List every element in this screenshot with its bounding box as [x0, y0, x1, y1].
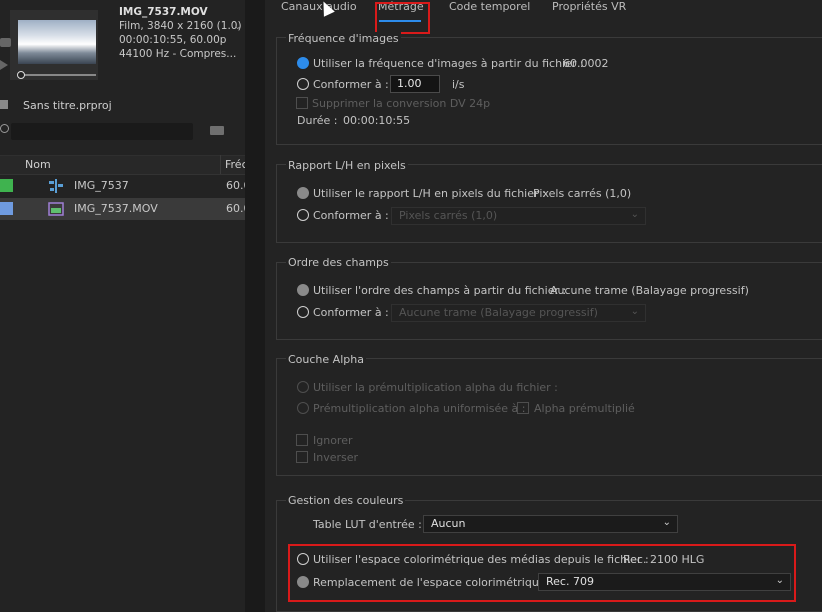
camera-icon[interactable] [0, 38, 11, 47]
use-file-field-order-radio[interactable] [297, 284, 309, 296]
search-icon [0, 124, 9, 133]
uniform-alpha-radio[interactable] [297, 402, 309, 414]
conform-pixel-aspect-select[interactable]: Pixels carrés (1,0) ⌄ [391, 207, 646, 225]
input-lut-value: Aucun [431, 517, 466, 530]
item-name: IMG_7537.MOV [74, 202, 158, 215]
conform-frame-rate-radio[interactable] [297, 78, 309, 90]
project-icon [0, 100, 8, 109]
sequence-icon [49, 179, 63, 193]
pixel-aspect-group [276, 164, 822, 243]
invert-alpha-label: Inverser [313, 451, 359, 464]
search-input[interactable] [11, 123, 193, 140]
ignore-alpha-checkbox[interactable] [296, 434, 308, 446]
clip-name: IMG_7537.MOV [119, 6, 208, 18]
clip-thumbnail[interactable] [18, 20, 96, 64]
field-order-title: Ordre des champs [286, 256, 391, 269]
conform-frame-rate-label: Conformer à : [313, 78, 389, 91]
column-divider[interactable] [220, 155, 221, 174]
play-icon[interactable] [0, 60, 8, 70]
duration-label: Durée : [297, 114, 338, 127]
label-color-swatch[interactable] [0, 179, 13, 192]
thumbnail-scrubber[interactable] [18, 74, 96, 76]
chevron-down-icon: ⌄ [662, 517, 671, 528]
project-name: Sans titre.prproj [23, 99, 112, 112]
premultiplied-label: Alpha prémultiplié [534, 402, 635, 415]
panel-splitter[interactable] [245, 0, 265, 612]
alpha-title: Couche Alpha [286, 353, 366, 366]
use-file-pixel-aspect-radio[interactable] [297, 187, 309, 199]
use-file-alpha-label: Utiliser la prémultiplication alpha du f… [313, 381, 558, 394]
highlight-box-tab [375, 2, 430, 34]
conform-pixel-aspect-label: Conformer à : [313, 209, 389, 222]
video-clip-icon [48, 202, 64, 216]
media-colorspace-value: Rec. 2100 HLG [623, 553, 705, 566]
use-media-colorspace-radio[interactable] [297, 553, 309, 565]
chevron-down-icon[interactable]: ⌄ [234, 22, 242, 32]
field-order-group [276, 262, 822, 340]
conform-field-order-select[interactable]: Aucune trame (Balayage progressif) ⌄ [391, 304, 646, 322]
file-pixel-aspect-value: Pixels carrés (1,0) [533, 187, 632, 200]
file-field-order-value: Aucune trame (Balayage progressif) [550, 284, 749, 297]
suppress-dv-label: Supprimer la conversion DV 24p [312, 97, 491, 110]
use-file-frame-rate-radio[interactable] [297, 57, 309, 69]
clip-audio: 44100 Hz - Compres... [119, 48, 237, 60]
frame-rate-unit: i/s [452, 78, 465, 91]
frame-rate-title: Fréquence d'images [286, 32, 401, 45]
ignore-alpha-label: Ignorer [313, 434, 353, 447]
use-file-frame-rate-label: Utiliser la fréquence d'images à partir … [313, 57, 584, 70]
use-media-colorspace-label: Utiliser l'espace colorimétrique des méd… [313, 553, 649, 566]
use-file-alpha-radio[interactable] [297, 381, 309, 393]
conform-pixel-aspect-value: Pixels carrés (1,0) [399, 209, 498, 222]
column-name[interactable]: Nom [25, 158, 51, 171]
item-name: IMG_7537 [74, 179, 129, 192]
override-colorspace-select[interactable]: Rec. 709 ⌄ [538, 573, 791, 591]
clip-duration: 00:00:10:55, 60.00p [119, 34, 227, 46]
color-management-title: Gestion des couleurs [286, 494, 406, 507]
conform-field-order-radio[interactable] [297, 306, 309, 318]
project-panel [0, 0, 245, 612]
override-colorspace-value: Rec. 709 [546, 575, 594, 588]
override-colorspace-label: Remplacement de l'espace colorimétrique … [313, 576, 553, 589]
override-colorspace-radio[interactable] [297, 576, 309, 588]
input-lut-label: Table LUT d'entrée : [313, 518, 422, 531]
uniform-alpha-label: Prémultiplication alpha uniformisée à : [313, 402, 526, 415]
input-lut-select[interactable]: Aucun ⌄ [423, 515, 678, 533]
conform-field-order-label: Conformer à : [313, 306, 389, 319]
label-color-swatch[interactable] [0, 202, 13, 215]
tab-timecode[interactable]: Code temporel [449, 0, 530, 13]
file-frame-rate-value: 60.0002 [563, 57, 609, 70]
conform-pixel-aspect-radio[interactable] [297, 209, 309, 221]
duration-value: 00:00:10:55 [343, 114, 411, 127]
conform-field-order-value: Aucune trame (Balayage progressif) [399, 306, 598, 319]
suppress-dv-checkbox[interactable] [296, 97, 308, 109]
chevron-down-icon: ⌄ [775, 575, 784, 586]
tab-vr-properties[interactable]: Propriétés VR [552, 0, 626, 13]
use-file-field-order-label: Utiliser l'ordre des champs à partir du … [313, 284, 567, 297]
chevron-down-icon: ⌄ [630, 209, 639, 220]
pixel-aspect-title: Rapport L/H en pixels [286, 159, 408, 172]
scrubber-handle[interactable] [17, 71, 25, 79]
new-bin-icon[interactable] [210, 126, 224, 135]
chevron-down-icon: ⌄ [630, 306, 639, 317]
conform-frame-rate-input[interactable]: 1.00 [390, 75, 440, 93]
frame-rate-group [276, 37, 822, 145]
use-file-pixel-aspect-label: Utiliser le rapport L/H en pixels du fic… [313, 187, 546, 200]
clip-format: Film, 3840 x 2160 (1.0) [119, 20, 242, 32]
premultiplied-checkbox[interactable] [517, 402, 529, 414]
invert-alpha-checkbox[interactable] [296, 451, 308, 463]
